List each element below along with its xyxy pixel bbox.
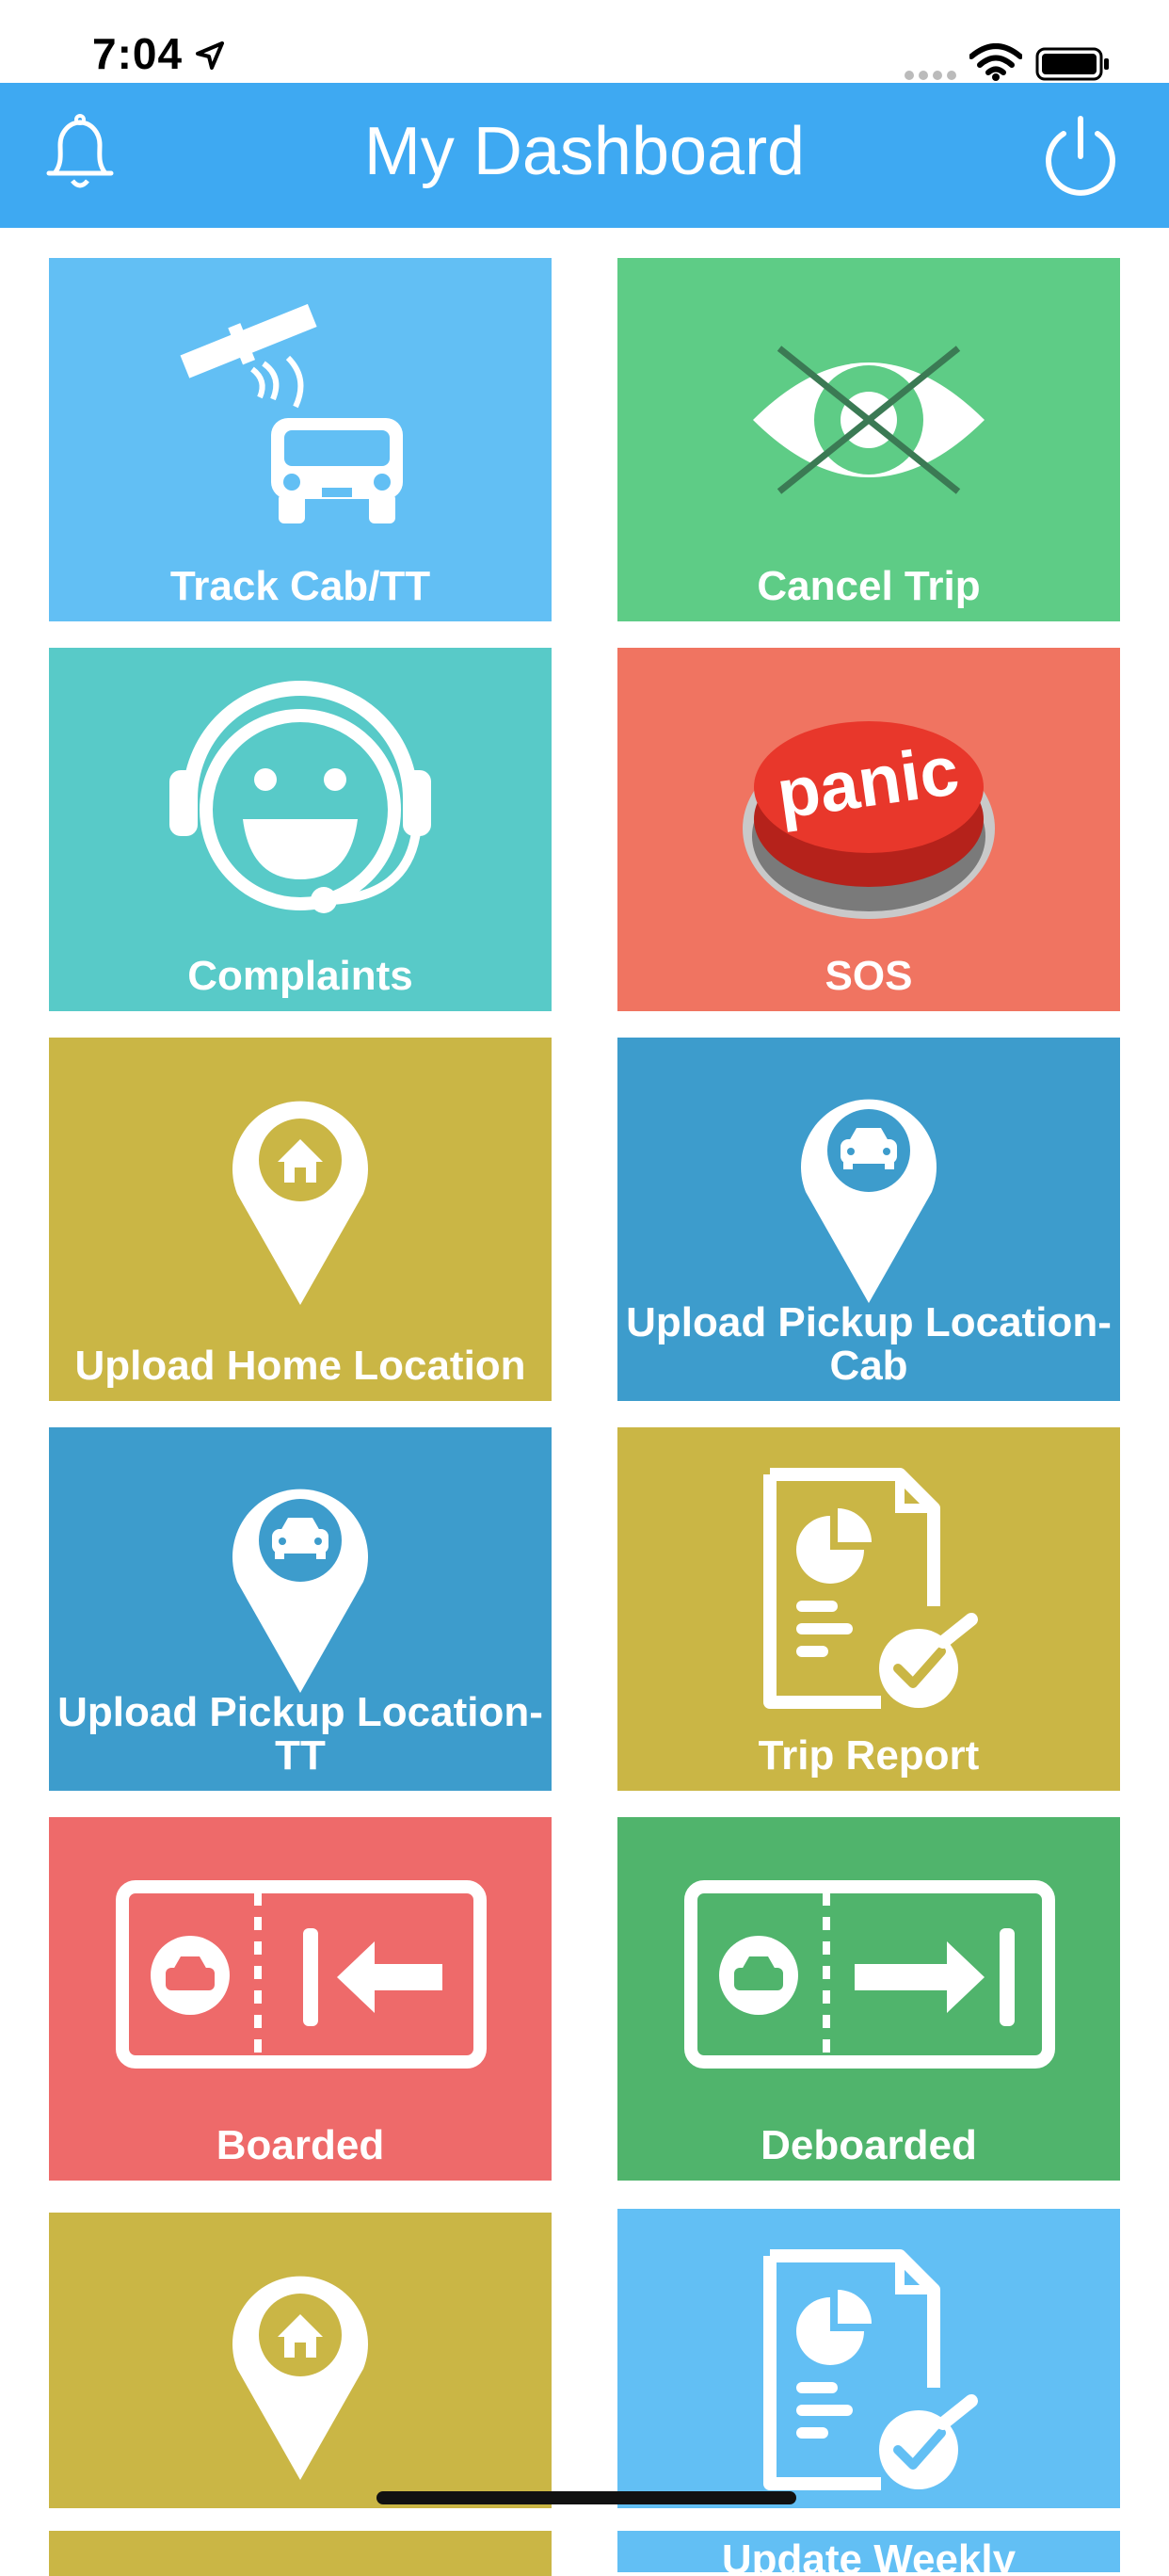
tile-label: Cancel Trip <box>757 563 981 609</box>
tile-upload-pickup-location-cab[interactable]: Upload Pickup Location- Cab <box>617 1038 1120 1401</box>
status-bar: 7:04 <box>0 0 1169 83</box>
tile-label: Upload Pickup Location- Cab <box>626 1299 1112 1389</box>
location-arrow-icon <box>196 41 224 70</box>
tile-upload-pickup-location-tt[interactable]: Upload Pickup Location- TT <box>49 1427 552 1791</box>
tile-label: Upload Home Location <box>74 1343 526 1389</box>
tile-label: Track Cab/TT <box>169 563 431 609</box>
power-icon[interactable] <box>1035 111 1126 201</box>
tile-label: SOS <box>825 953 913 999</box>
tile-upload-home-location[interactable]: Upload Home Location <box>49 1038 552 1401</box>
tile-deboarded[interactable]: Deboarded <box>617 1817 1120 2181</box>
tile-label: Deboarded <box>761 2122 977 2168</box>
tile-boarded[interactable]: Boarded <box>49 1817 552 2181</box>
tile-cancel-trip[interactable]: Cancel Trip <box>617 258 1120 621</box>
tile-label: Complaints <box>187 953 413 999</box>
tile-track-cab[interactable]: Track Cab/TT <box>49 258 552 621</box>
tile-label: Update Weekly <box>721 2536 1017 2573</box>
tile-trip-report[interactable]: Trip Report <box>617 1427 1120 1791</box>
tile-complaints[interactable]: Complaints <box>49 648 552 1011</box>
page-title: My Dashboard <box>363 114 806 189</box>
cellular-signal-icon <box>905 71 956 80</box>
bottom-edge <box>0 2508 1169 2531</box>
tile-label: Upload Pickup Location- TT <box>57 1689 543 1779</box>
status-time: 7:04 <box>92 29 184 78</box>
battery-icon <box>1035 47 1109 81</box>
tile-label: Boarded <box>216 2122 385 2168</box>
wifi-icon <box>969 43 1022 81</box>
app-header: My Dashboard <box>0 83 1169 228</box>
tile-sos[interactable]: panic SOS <box>617 648 1120 1011</box>
home-indicator[interactable] <box>376 2491 796 2504</box>
tile-label: Trip Report <box>758 1732 980 1779</box>
